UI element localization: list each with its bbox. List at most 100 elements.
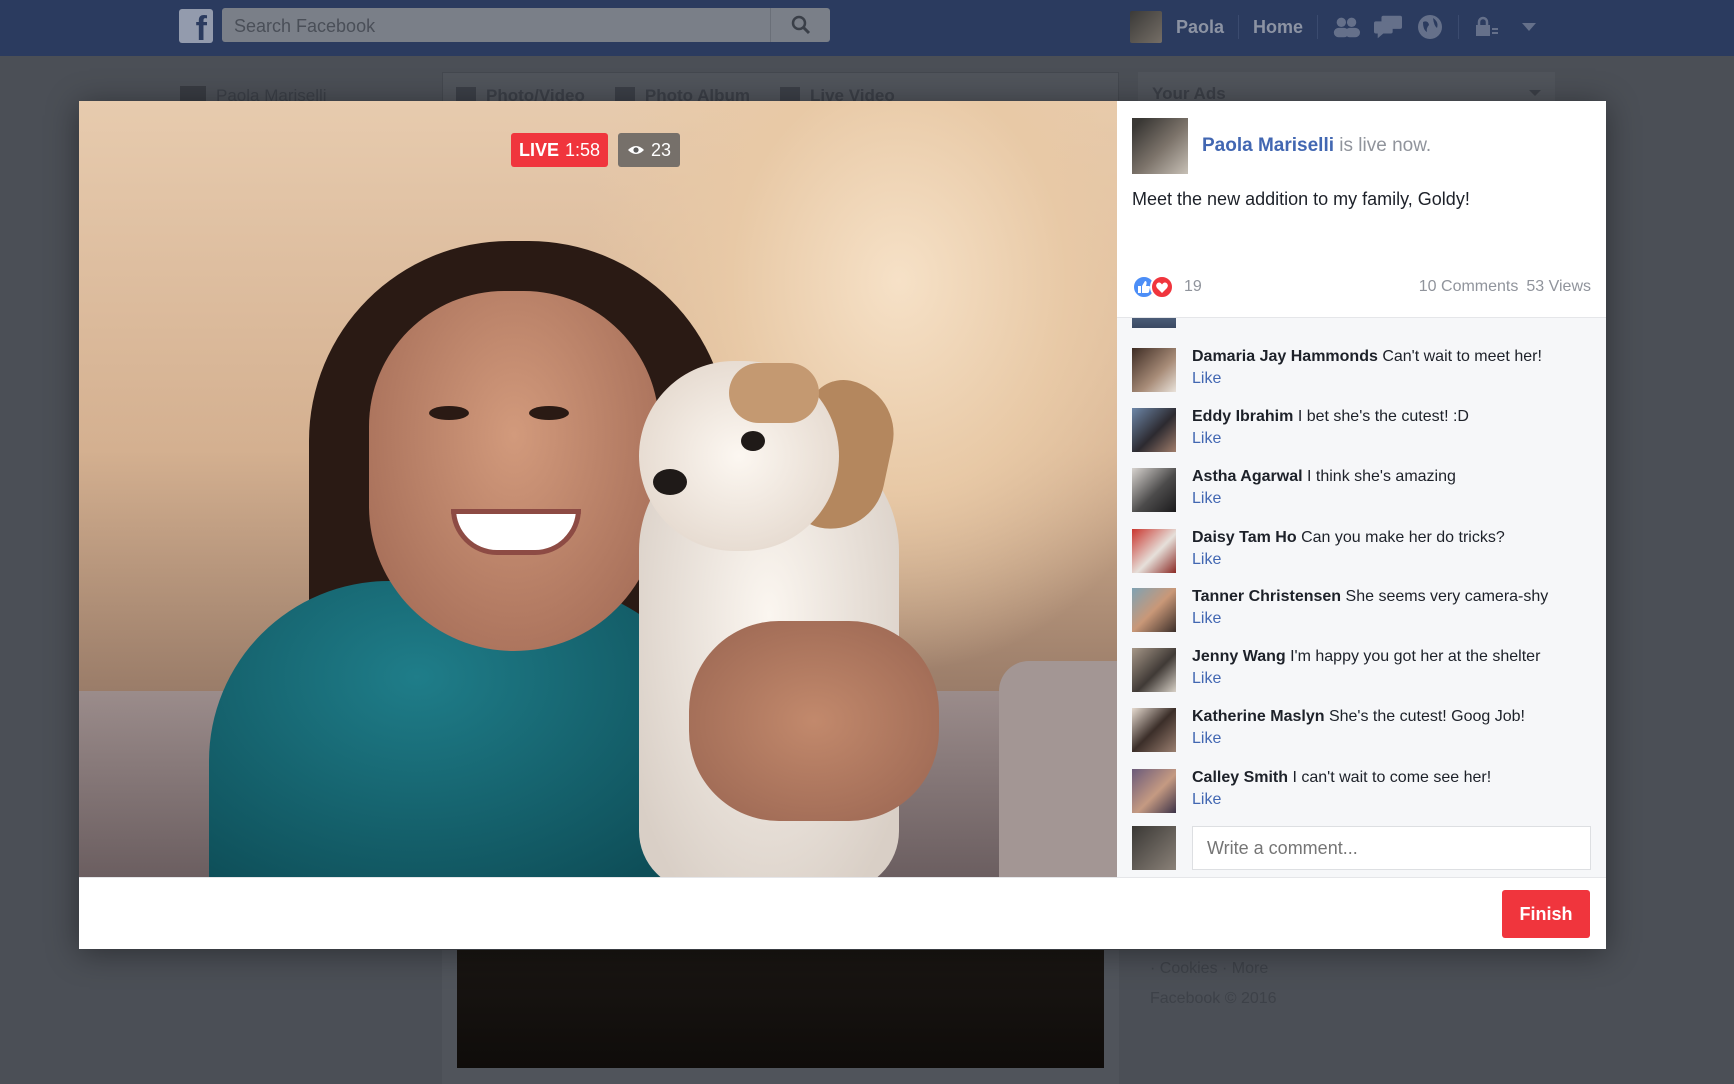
friends-icon[interactable] xyxy=(1332,14,1361,40)
comment-text: She's the cutest! Goog Job! xyxy=(1328,708,1525,725)
comment-like-link[interactable]: Like xyxy=(1192,368,1542,390)
comment-text: I'm happy you got her at the shelter xyxy=(1290,648,1541,665)
commenter-avatar[interactable] xyxy=(1132,648,1176,692)
comment-item: Katherine Maslyn She's the cutest! Goog … xyxy=(1132,706,1592,756)
commenter-name[interactable]: Astha Agarwal xyxy=(1192,468,1303,485)
comment-body: Calley Smith I can't wait to come see he… xyxy=(1192,767,1491,817)
comment-body: Jenny Wang I'm happy you got her at the … xyxy=(1192,646,1540,696)
footer-links[interactable]: · Cookies · More xyxy=(1150,954,1277,984)
finish-button[interactable]: Finish xyxy=(1502,890,1590,938)
commenter-name[interactable]: Calley Smith xyxy=(1192,769,1288,786)
love-reaction-icon xyxy=(1150,275,1174,299)
comment-item: Daisy Tam Ho Can you make her do tricks?… xyxy=(1132,527,1592,577)
comment-body: Eddy Ibrahim I bet she's the cutest! :D … xyxy=(1192,406,1469,456)
comment-item: Calley Smith I can't wait to come see he… xyxy=(1132,767,1592,817)
comment-text: Can you make her do tricks? xyxy=(1301,529,1505,546)
search-input[interactable]: Search Facebook xyxy=(234,16,375,37)
nav-profile-avatar[interactable] xyxy=(1130,11,1162,43)
globe-icon[interactable] xyxy=(1416,14,1444,40)
comment-text: I bet she's the cutest! :D xyxy=(1297,408,1469,425)
commenter-avatar[interactable] xyxy=(1132,408,1176,452)
live-status-badge: LIVE 1:58 xyxy=(511,133,609,167)
commenter-name[interactable]: Eddy Ibrahim xyxy=(1192,408,1293,425)
eye-icon xyxy=(628,146,644,154)
video-scene-hands xyxy=(689,621,939,821)
comment-like-link[interactable]: Like xyxy=(1192,488,1456,510)
nav-right-group: Paola Home xyxy=(1130,10,1543,44)
write-comment-row xyxy=(1132,826,1591,870)
comments-count[interactable]: 10 Comments xyxy=(1419,278,1519,296)
reactions-summary[interactable] xyxy=(1132,275,1174,299)
comment-like-link[interactable]: Like xyxy=(1192,728,1525,750)
background-footer: · Cookies · More Facebook © 2016 xyxy=(1150,954,1277,1014)
comment-item: Astha Agarwal I think she's amazing Like xyxy=(1132,466,1592,516)
live-post-panel: Paola Mariselli is live now. Meet the ne… xyxy=(1117,101,1606,877)
commenter-avatar[interactable] xyxy=(1132,588,1176,632)
viewer-count-badge: 23 xyxy=(618,133,681,167)
search-bar[interactable]: Search Facebook xyxy=(222,8,830,42)
commenter-name[interactable]: Katherine Maslyn xyxy=(1192,708,1324,725)
reaction-count[interactable]: 19 xyxy=(1184,278,1202,296)
nav-divider xyxy=(1317,15,1319,39)
video-scene-face xyxy=(369,291,659,651)
comment-text: She seems very camera-shy xyxy=(1345,588,1549,605)
comment-body: Daisy Tam Ho Can you make her do tricks?… xyxy=(1192,527,1505,577)
comments-list[interactable]: Like Damaria Jay Hammonds Can't wait to … xyxy=(1117,317,1606,877)
comment-body: Astha Agarwal I think she's amazing Like xyxy=(1192,466,1456,516)
nav-home-link[interactable]: Home xyxy=(1253,17,1303,38)
nav-profile-name[interactable]: Paola xyxy=(1176,17,1224,38)
facebook-logo-icon[interactable]: f xyxy=(179,9,213,43)
video-scene-eye xyxy=(529,406,569,420)
messages-icon[interactable] xyxy=(1374,14,1403,40)
commenter-name[interactable]: Daisy Tam Ho xyxy=(1192,529,1297,546)
comment-item: Eddy Ibrahim I bet she's the cutest! :D … xyxy=(1132,406,1592,456)
live-video-modal: LIVE 1:58 23 Paola Mariselli is live now… xyxy=(79,101,1606,949)
comment-body: Katherine Maslyn She's the cutest! Goog … xyxy=(1192,706,1525,756)
comment-text: Can't wait to meet her! xyxy=(1382,348,1542,365)
post-header: Paola Mariselli is live now. Meet the ne… xyxy=(1117,101,1606,317)
comment-like-link[interactable]: Like xyxy=(1192,789,1491,811)
video-scene-dog-eye xyxy=(741,431,765,451)
comment-item-partial: Like xyxy=(1132,318,1221,328)
live-label: LIVE xyxy=(519,140,560,160)
post-status-text: Meet the new addition to my family, Gold… xyxy=(1132,189,1470,209)
video-scene-dog-nose xyxy=(653,469,687,495)
post-stats-bar: 19 10 Comments 53 Views xyxy=(1132,273,1591,301)
nav-divider xyxy=(1458,15,1460,39)
write-comment-input[interactable] xyxy=(1192,826,1591,870)
comment-item: Damaria Jay Hammonds Can't wait to meet … xyxy=(1132,346,1592,396)
comment-text: I can't wait to come see her! xyxy=(1292,769,1492,786)
video-scene-dog-patch xyxy=(729,363,819,423)
comment-like-link[interactable]: Like xyxy=(1192,428,1469,450)
current-user-avatar xyxy=(1132,826,1176,870)
commenter-avatar[interactable] xyxy=(1132,769,1176,813)
comment-item: Jenny Wang I'm happy you got her at the … xyxy=(1132,646,1592,696)
privacy-lock-icon[interactable] xyxy=(1473,14,1501,40)
live-video-player[interactable]: LIVE 1:58 23 xyxy=(79,101,1117,877)
search-button[interactable] xyxy=(770,8,830,42)
author-name-link[interactable]: Paola Mariselli xyxy=(1202,135,1334,156)
commenter-avatar[interactable] xyxy=(1132,708,1176,752)
comment-like-link[interactable]: Like xyxy=(1192,318,1221,328)
comment-like-link[interactable]: Like xyxy=(1192,668,1540,690)
commenter-avatar[interactable] xyxy=(1132,318,1176,328)
commenter-avatar[interactable] xyxy=(1132,529,1176,573)
comment-body: Damaria Jay Hammonds Can't wait to meet … xyxy=(1192,346,1542,396)
commenter-name[interactable]: Jenny Wang xyxy=(1192,648,1286,665)
comment-like-link[interactable]: Like xyxy=(1192,549,1505,571)
chevron-down-icon[interactable] xyxy=(1515,14,1543,40)
commenter-avatar[interactable] xyxy=(1132,468,1176,512)
comment-item: Tanner Christensen She seems very camera… xyxy=(1132,586,1592,636)
live-duration: 1:58 xyxy=(565,140,601,160)
viewer-count: 23 xyxy=(651,140,672,160)
author-avatar[interactable] xyxy=(1132,118,1188,174)
nav-divider xyxy=(1238,15,1240,39)
video-scene-eye xyxy=(429,406,469,420)
modal-footer: Finish xyxy=(79,877,1606,949)
top-navigation-bar: f Search Facebook Paola Home xyxy=(0,0,1734,56)
comment-like-link[interactable]: Like xyxy=(1192,608,1548,630)
commenter-name[interactable]: Damaria Jay Hammonds xyxy=(1192,348,1378,365)
footer-copyright: Facebook © 2016 xyxy=(1150,990,1277,1007)
commenter-avatar[interactable] xyxy=(1132,348,1176,392)
commenter-name[interactable]: Tanner Christensen xyxy=(1192,588,1341,605)
